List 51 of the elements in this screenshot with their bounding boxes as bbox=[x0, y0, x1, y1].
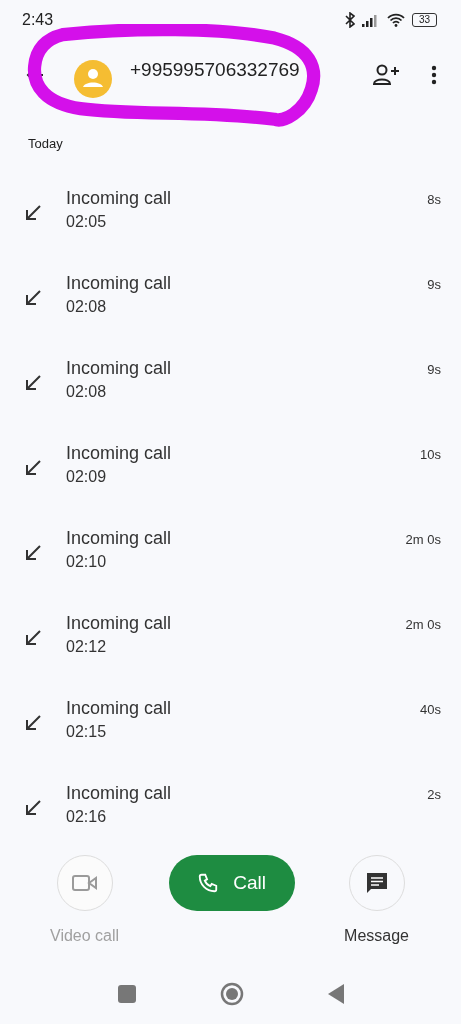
call-time: 02:12 bbox=[66, 638, 108, 656]
home-button[interactable] bbox=[219, 982, 244, 1006]
call-duration: 2s bbox=[427, 787, 441, 802]
bluetooth-icon bbox=[344, 12, 355, 28]
avatar-icon bbox=[74, 60, 112, 98]
incoming-arrow-icon bbox=[24, 544, 42, 562]
incoming-arrow-icon bbox=[24, 374, 42, 392]
call-time: 02:08 bbox=[66, 383, 108, 401]
call-duration: 2m 0s bbox=[405, 617, 441, 632]
call-time: 02:09 bbox=[66, 468, 108, 486]
more-options-icon[interactable] bbox=[431, 65, 437, 85]
call-type: Incoming call bbox=[66, 443, 173, 464]
call-time: 02:10 bbox=[66, 553, 108, 571]
incoming-arrow-icon bbox=[24, 714, 42, 732]
recents-button[interactable] bbox=[117, 985, 136, 1003]
message-icon bbox=[364, 871, 389, 895]
call-type: Incoming call bbox=[66, 358, 173, 379]
call-duration: 10s bbox=[420, 447, 441, 462]
video-camera-icon bbox=[71, 874, 98, 892]
add-contact-icon[interactable] bbox=[373, 64, 401, 86]
call-time: 02:15 bbox=[66, 723, 108, 741]
incoming-arrow-icon bbox=[24, 204, 42, 222]
incoming-arrow-icon bbox=[24, 799, 42, 817]
call-type: Incoming call bbox=[66, 698, 173, 719]
call-duration: 2m 0s bbox=[405, 532, 441, 547]
phone-icon bbox=[197, 872, 220, 894]
call-type: Incoming call bbox=[66, 528, 173, 549]
incoming-arrow-icon bbox=[24, 459, 42, 477]
call-duration: 8s bbox=[427, 192, 441, 207]
phone-number: +995995706332769 bbox=[130, 59, 301, 81]
call-duration: 40s bbox=[420, 702, 441, 717]
call-type: Incoming call bbox=[66, 613, 173, 634]
incoming-arrow-icon bbox=[24, 629, 42, 647]
call-time: 02:05 bbox=[66, 213, 108, 231]
call-button[interactable]: Call bbox=[168, 855, 295, 911]
call-type: Incoming call bbox=[66, 273, 173, 294]
call-type: Incoming call bbox=[66, 783, 173, 804]
call-duration: 9s bbox=[427, 362, 441, 377]
call-type: Incoming call bbox=[66, 188, 173, 209]
back-button[interactable] bbox=[327, 984, 344, 1004]
call-time: 02:08 bbox=[66, 298, 108, 316]
section-heading: Today bbox=[27, 135, 64, 153]
call-time: 02:16 bbox=[66, 808, 108, 826]
incoming-arrow-icon bbox=[24, 289, 42, 307]
video-call-label: Video call bbox=[50, 927, 120, 945]
signal-icon bbox=[361, 13, 380, 27]
message-label: Message bbox=[344, 927, 409, 945]
wifi-icon bbox=[386, 13, 405, 27]
call-duration: 9s bbox=[427, 277, 441, 292]
battery-indicator: 33 bbox=[411, 13, 437, 27]
status-time: 2:43 bbox=[22, 11, 54, 29]
